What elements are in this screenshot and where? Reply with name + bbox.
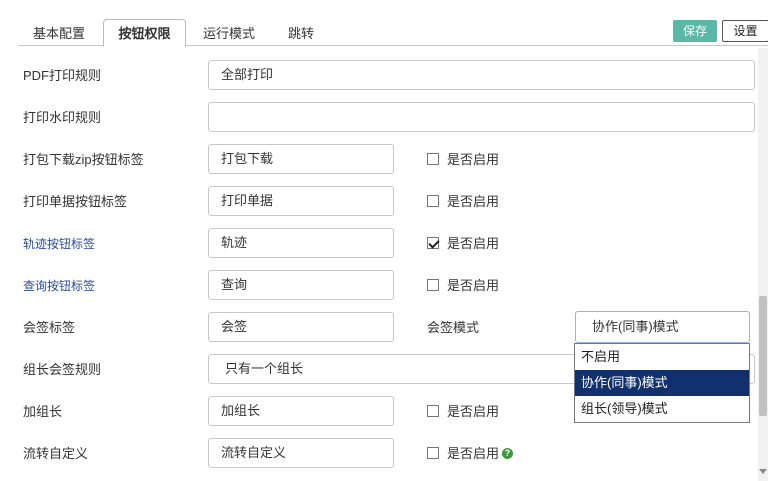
add-leader-label: 加组长	[23, 404, 63, 419]
query-button-label: 查询按钮标签	[23, 279, 96, 293]
flow-custom-enable-label: 是否启用	[447, 446, 500, 461]
save-button[interactable]: 保存	[673, 20, 717, 42]
print-doc-checkbox[interactable]	[427, 195, 439, 207]
watermark-rule-label: 打印水印规则	[23, 110, 102, 125]
print-doc-enable-label: 是否启用	[447, 194, 500, 209]
zip-download-field[interactable]: 打包下载	[208, 144, 394, 174]
pdf-print-rule-field[interactable]: 全部打印	[208, 60, 755, 90]
track-button-checkbox[interactable]	[427, 237, 439, 249]
flow-custom-label: 流转自定义	[23, 446, 89, 461]
print-doc-label: 打印单据按钮标签	[23, 194, 128, 209]
dropdown-option-leader[interactable]: 组长(领导)模式	[575, 396, 749, 422]
countersign-mode-dropdown: 不启用 协作(同事)模式 组长(领导)模式	[574, 343, 750, 423]
add-leader-enable-label: 是否启用	[447, 404, 500, 419]
track-enable-label: 是否启用	[447, 236, 500, 251]
countersign-mode-label: 会签模式	[427, 320, 480, 335]
zip-download-checkbox[interactable]	[427, 153, 439, 165]
print-doc-field[interactable]: 打印单据	[208, 186, 394, 216]
scrollbar-track[interactable]	[758, 48, 768, 481]
tab-button-permissions[interactable]: 按钮权限	[103, 19, 186, 47]
query-button-checkbox[interactable]	[427, 279, 439, 291]
add-leader-field[interactable]: 加组长	[208, 396, 394, 426]
query-enable-label: 是否启用	[447, 278, 500, 293]
zip-download-enable-label: 是否启用	[447, 152, 500, 167]
track-button-label: 轨迹按钮标签	[23, 237, 96, 251]
dropdown-option-disabled[interactable]: 不启用	[575, 344, 749, 370]
query-button-field[interactable]: 查询	[208, 270, 394, 300]
tab-run-mode[interactable]: 运行模式	[194, 20, 264, 46]
countersign-field[interactable]: 会签	[208, 312, 394, 342]
scrollbar-thumb[interactable]	[759, 296, 767, 416]
flow-custom-checkbox[interactable]	[427, 447, 439, 459]
dropdown-option-collaborate[interactable]: 协作(同事)模式	[575, 370, 749, 396]
settings-button[interactable]: 设置	[722, 20, 768, 42]
countersign-mode-select[interactable]: 协作(同事)模式	[575, 311, 750, 343]
tab-jump[interactable]: 跳转	[276, 20, 326, 46]
add-leader-checkbox[interactable]	[427, 405, 439, 417]
help-icon[interactable]: ?	[502, 448, 513, 459]
countersign-label: 会签标签	[23, 320, 76, 335]
flow-custom-field[interactable]: 流转自定义	[208, 438, 394, 468]
watermark-rule-field[interactable]	[208, 102, 755, 132]
pdf-print-rule-label: PDF打印规则	[23, 68, 102, 83]
track-button-field[interactable]: 轨迹	[208, 228, 394, 258]
leader-sign-rule-label: 组长会签规则	[23, 362, 102, 377]
tab-basic-config[interactable]: 基本配置	[22, 20, 96, 46]
scroll-down-icon[interactable]	[759, 469, 767, 474]
tab-bar: 基本配置 按钮权限 运行模式 跳转	[0, 0, 768, 47]
zip-download-label: 打包下载zip按钮标签	[23, 152, 144, 167]
